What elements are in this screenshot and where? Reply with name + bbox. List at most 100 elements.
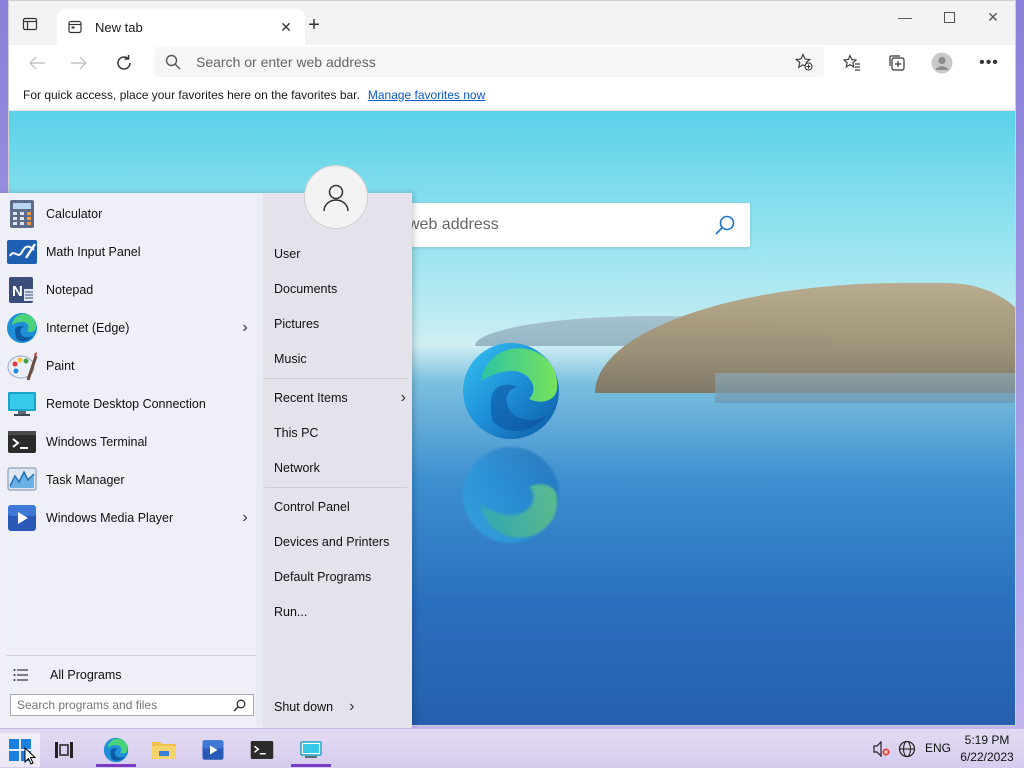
- start-app-windows-media-player[interactable]: Windows Media Player ›: [6, 499, 252, 537]
- taskbar-edge[interactable]: [96, 733, 136, 767]
- favorites-bar: For quick access, place your favorites h…: [9, 79, 1015, 111]
- start-app-calculator[interactable]: Calculator: [6, 195, 252, 233]
- collections-icon[interactable]: [882, 49, 912, 77]
- refresh-icon[interactable]: [110, 49, 138, 77]
- paint-icon: [7, 352, 38, 381]
- start-place-devices-printers[interactable]: Devices and Printers: [274, 530, 406, 554]
- input-language[interactable]: ENG: [925, 741, 951, 755]
- shutdown-button[interactable]: Shut down ›: [274, 695, 406, 719]
- search-icon: [164, 53, 182, 71]
- place-label: This PC: [274, 426, 319, 440]
- tab-actions-icon[interactable]: [19, 13, 41, 35]
- start-place-user[interactable]: User: [274, 242, 406, 266]
- browser-toolbar: Search or enter web address •••: [9, 45, 1015, 79]
- start-app-windows-terminal[interactable]: Windows Terminal: [6, 423, 252, 461]
- add-favorite-icon[interactable]: [794, 52, 814, 72]
- page-search-icon[interactable]: [714, 214, 736, 236]
- edge-icon: [7, 313, 37, 343]
- place-label: Documents: [274, 282, 338, 296]
- search-icon[interactable]: [231, 697, 247, 713]
- volume-muted-icon[interactable]: [871, 739, 891, 759]
- app-label: Calculator: [46, 207, 103, 221]
- start-left-divider: [6, 655, 256, 656]
- chevron-right-icon[interactable]: ›: [349, 698, 354, 716]
- start-app-notepad[interactable]: N Notepad: [6, 271, 252, 309]
- start-app-task-manager[interactable]: Task Manager: [6, 461, 252, 499]
- notepad-icon: N: [9, 277, 34, 303]
- start-place-documents[interactable]: Documents: [274, 277, 406, 301]
- address-bar[interactable]: Search or enter web address: [154, 47, 824, 77]
- close-window-icon[interactable]: ✕: [971, 5, 1015, 29]
- maximize-icon[interactable]: [927, 5, 971, 29]
- tab-new-tab[interactable]: New tab ✕: [57, 9, 305, 45]
- start-menu: Calculator Math Input Panel N Notepad In…: [0, 165, 412, 728]
- place-label: Music: [274, 352, 307, 366]
- start-place-pictures[interactable]: Pictures: [274, 312, 406, 336]
- app-label: Paint: [46, 359, 75, 373]
- favorites-icon[interactable]: [837, 49, 867, 77]
- place-label: Recent Items: [274, 391, 348, 405]
- start-place-default-programs[interactable]: Default Programs: [274, 565, 406, 589]
- start-place-network[interactable]: Network: [274, 456, 406, 480]
- taskbar-media-player[interactable]: [193, 733, 233, 767]
- start-search-input[interactable]: [17, 698, 231, 712]
- running-indicator: [291, 764, 331, 767]
- app-label: Task Manager: [46, 473, 125, 487]
- profile-avatar-icon[interactable]: [927, 49, 957, 77]
- edge-logo-icon: [463, 343, 559, 439]
- start-search-box[interactable]: [10, 694, 254, 716]
- places-divider: [265, 487, 407, 488]
- clock-time: 5:19 PM: [964, 733, 1010, 747]
- forward-arrow-icon[interactable]: [65, 49, 93, 77]
- shutdown-label: Shut down: [274, 700, 334, 714]
- more-options-icon[interactable]: •••: [974, 49, 1004, 77]
- terminal-icon: [8, 431, 36, 453]
- task-manager-icon: [7, 467, 37, 491]
- place-label: User: [274, 247, 301, 261]
- start-place-recent-items[interactable]: Recent Items ›: [274, 386, 406, 410]
- minimize-icon[interactable]: —: [883, 5, 927, 29]
- file-explorer-icon: [152, 742, 176, 759]
- chevron-right-icon: ›: [400, 389, 406, 406]
- tab-title: New tab: [95, 19, 143, 35]
- math-input-icon: [7, 240, 37, 264]
- close-tab-icon[interactable]: ✕: [277, 18, 295, 36]
- place-label: Devices and Printers: [274, 535, 390, 549]
- all-programs-button[interactable]: All Programs: [12, 663, 252, 687]
- start-app-paint[interactable]: Paint: [6, 347, 252, 385]
- all-programs-label: All Programs: [50, 668, 122, 682]
- start-app-remote-desktop[interactable]: Remote Desktop Connection: [6, 385, 252, 423]
- start-place-this-pc[interactable]: This PC: [274, 421, 406, 445]
- mouse-cursor-icon: [24, 747, 36, 765]
- start-place-music[interactable]: Music: [274, 347, 406, 371]
- start-app-math-input-panel[interactable]: Math Input Panel: [6, 233, 252, 271]
- page-search-box[interactable]: web address: [394, 203, 750, 247]
- start-button[interactable]: [0, 733, 40, 767]
- place-label: Control Panel: [274, 500, 350, 514]
- start-place-run[interactable]: Run...: [274, 600, 406, 624]
- svg-text:N: N: [12, 283, 23, 300]
- app-label: Notepad: [46, 283, 94, 297]
- place-label: Network: [274, 461, 320, 475]
- network-globe-icon[interactable]: [897, 739, 917, 759]
- app-label: Windows Media Player: [46, 511, 174, 525]
- media-player-icon: [202, 740, 224, 760]
- taskbar-terminal[interactable]: [242, 733, 282, 767]
- system-clock[interactable]: 5:19 PM 6/22/2023: [958, 732, 1016, 766]
- back-arrow-icon[interactable]: [23, 49, 51, 77]
- task-view-icon: [55, 742, 73, 758]
- places-divider: [265, 378, 407, 379]
- taskbar-remote-desktop[interactable]: [291, 733, 331, 767]
- place-label: Default Programs: [274, 570, 372, 584]
- start-app-internet-edge[interactable]: Internet (Edge) ›: [6, 309, 252, 347]
- new-tab-button[interactable]: +: [302, 13, 326, 37]
- user-avatar[interactable]: [304, 165, 368, 229]
- taskbar-file-explorer[interactable]: [144, 733, 184, 767]
- tab-strip: New tab ✕ + — ✕: [9, 1, 1015, 45]
- background-shore: [715, 373, 1015, 403]
- terminal-icon: [250, 741, 274, 759]
- manage-favorites-link[interactable]: Manage favorites now: [368, 88, 485, 102]
- task-view-button[interactable]: [44, 733, 84, 767]
- start-place-control-panel[interactable]: Control Panel: [274, 495, 406, 519]
- place-label: Run...: [274, 605, 308, 619]
